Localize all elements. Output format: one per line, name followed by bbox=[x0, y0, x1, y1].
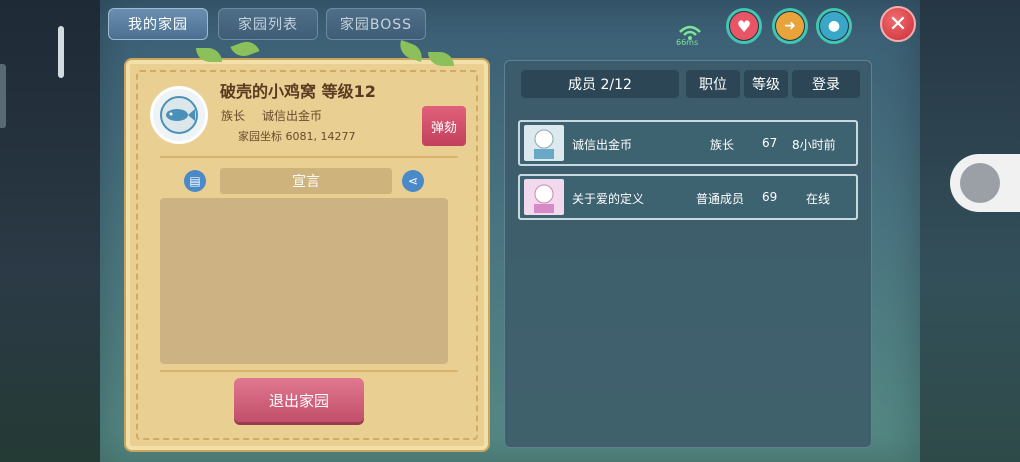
member-login: 在线 bbox=[806, 192, 831, 206]
declaration-label: 宣言 bbox=[292, 174, 320, 190]
column-level[interactable]: 等级 bbox=[744, 70, 788, 98]
water-stat[interactable]: ● bbox=[816, 8, 852, 44]
health-stat[interactable]: ♥ bbox=[726, 8, 762, 44]
food-icon: ➜ bbox=[776, 12, 804, 40]
exit-home-button[interactable]: 退出家园 bbox=[234, 378, 364, 422]
background-right bbox=[920, 0, 1020, 462]
column-role[interactable]: 职位 bbox=[686, 70, 740, 98]
ghost-icon[interactable] bbox=[960, 163, 1000, 203]
avatar bbox=[524, 125, 564, 161]
declaration-textbox[interactable] bbox=[160, 198, 448, 364]
side-slider[interactable] bbox=[58, 26, 64, 78]
tab-my-home[interactable]: 我的家园 bbox=[108, 8, 208, 40]
member-name: 诚信出金币 bbox=[572, 138, 633, 152]
divider bbox=[160, 370, 458, 372]
ping-readout: 66ms bbox=[676, 38, 699, 47]
edge-handle[interactable] bbox=[0, 64, 6, 128]
divider bbox=[160, 156, 458, 158]
member-role: 普通成员 bbox=[696, 192, 745, 206]
column-login[interactable]: 登录 bbox=[792, 70, 860, 98]
member-level: 67 bbox=[762, 136, 778, 150]
heart-icon: ♥ bbox=[730, 12, 758, 40]
member-row[interactable]: 诚信出金币 族长 67 8小时前 bbox=[518, 120, 858, 166]
tab-home-boss[interactable]: 家园BOSS bbox=[326, 8, 426, 40]
background-left bbox=[0, 0, 100, 462]
avatar bbox=[524, 179, 564, 215]
tab-home-list[interactable]: 家园列表 bbox=[218, 8, 318, 40]
notes-icon[interactable]: ▤ bbox=[184, 170, 206, 192]
member-login: 8小时前 bbox=[792, 138, 836, 152]
impeach-button[interactable]: 弹劾 bbox=[422, 106, 466, 146]
share-icon[interactable]: ⋖ bbox=[402, 170, 424, 192]
close-icon: ✕ bbox=[888, 11, 908, 37]
member-panel bbox=[504, 60, 872, 448]
member-role: 族长 bbox=[710, 138, 735, 152]
home-coordinates: 家园坐标 6081, 14277 bbox=[238, 130, 356, 143]
close-button[interactable]: ✕ bbox=[880, 6, 916, 42]
leader-label: 族长 bbox=[221, 109, 246, 123]
column-members[interactable]: 成员 2/12 bbox=[521, 70, 679, 98]
leader-name: 诚信出金币 bbox=[262, 109, 323, 123]
home-emblem bbox=[150, 86, 208, 144]
home-title: 破壳的小鸡窝 等级12 bbox=[220, 82, 376, 101]
water-drop-icon: ● bbox=[820, 12, 848, 40]
member-name: 关于爱的定义 bbox=[572, 192, 645, 206]
fish-icon bbox=[160, 96, 198, 134]
hunger-stat[interactable]: ➜ bbox=[772, 8, 808, 44]
member-level: 69 bbox=[762, 190, 778, 204]
declaration-banner: 宣言 bbox=[220, 168, 392, 194]
member-row[interactable]: 关于爱的定义 普通成员 69 在线 bbox=[518, 174, 858, 220]
